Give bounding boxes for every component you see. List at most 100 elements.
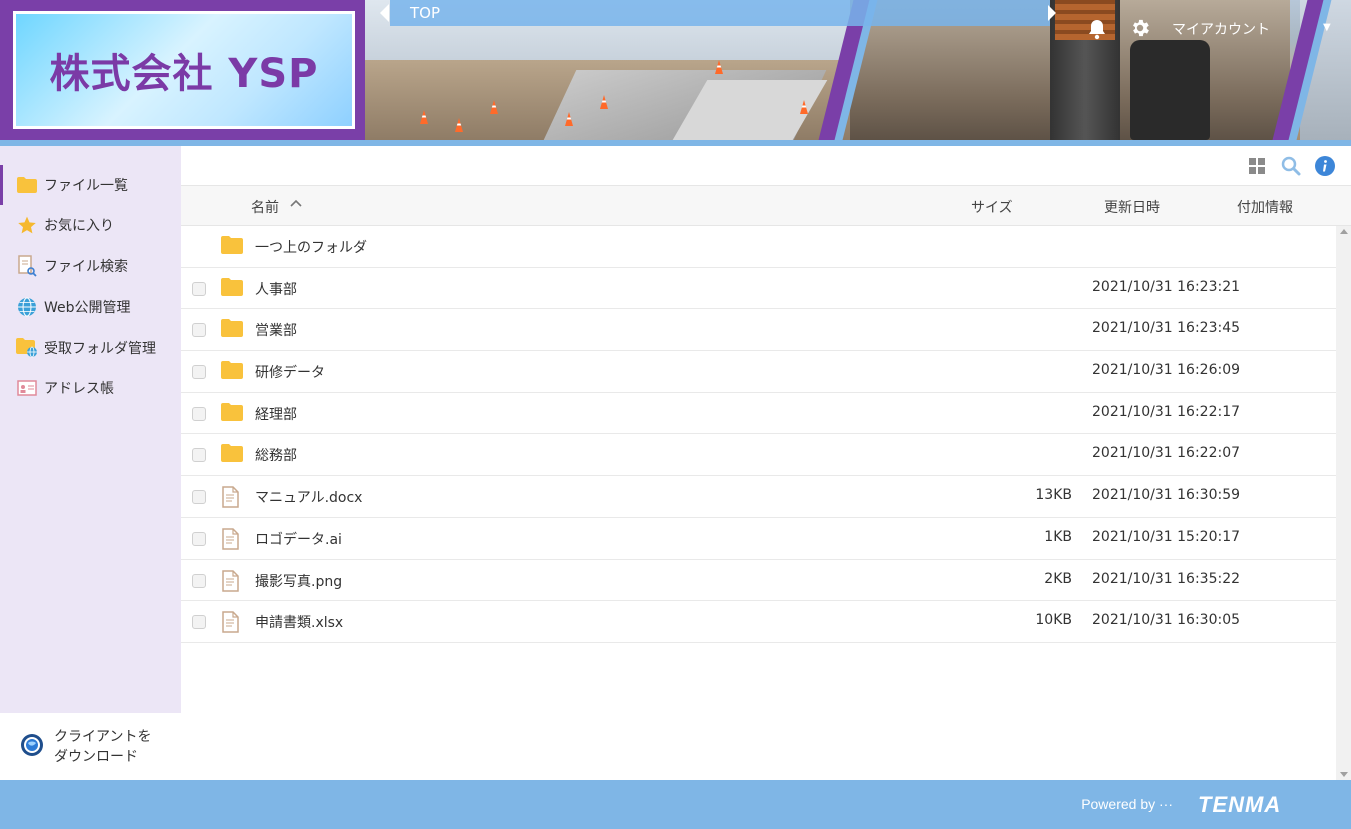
file-list: 一つ上のフォルダ 人事部 2021/10/31 16:23:21 営業部 2021/10… [181,226,1336,643]
sidebar-item-file-list[interactable]: ファイル一覧 [0,165,181,205]
toolbar [181,146,1351,186]
table-row[interactable]: 営業部 2021/10/31 16:23:45 [181,309,1336,352]
row-checkbox[interactable] [192,406,206,421]
row-updated: 2021/10/31 15:20:17 [1092,528,1241,545]
row-name[interactable]: 総務部 [255,445,297,465]
address-book-icon [16,378,38,398]
vertical-scrollbar[interactable] [1336,226,1351,780]
sidebar-item-web-publish[interactable]: Web公開管理 [0,287,181,327]
row-updated: 2021/10/31 16:30:59 [1092,487,1241,504]
footer: Powered by ··· TENMA [0,780,1351,829]
search-icon[interactable] [1281,156,1301,176]
banner-next-icon[interactable] [1048,5,1056,21]
folder-icon [221,444,245,464]
document-icon [221,611,245,633]
row-updated: 2021/10/31 16:35:22 [1092,570,1241,587]
info-icon[interactable] [1315,156,1335,176]
star-icon [16,215,38,235]
receive-folder-icon [16,338,38,358]
table-row[interactable]: 経理部 2021/10/31 16:22:17 [181,393,1336,435]
row-checkbox[interactable] [192,573,206,588]
my-account-menu[interactable]: マイアカウント [1172,19,1270,39]
sidebar-item-file-search[interactable]: ファイル検索 [0,246,181,286]
row-size: 2KB [1044,570,1072,587]
row-name[interactable]: ロゴデータ.ai [255,529,342,549]
folder-icon [16,175,38,195]
banner-prev-icon[interactable] [380,4,389,22]
parent-folder-row[interactable]: 一つ上のフォルダ [181,226,1336,268]
row-updated: 2021/10/31 16:30:05 [1092,612,1241,629]
row-updated: 2021/10/31 16:22:07 [1092,445,1241,462]
sidebar-item-label: ファイル一覧 [44,178,128,194]
document-icon [221,569,245,592]
table-row[interactable]: 研修データ 2021/10/31 16:26:09 [181,351,1336,393]
file-list-panel: 名前 サイズ 更新日時 付加情報 一つ上のフォルダ 人事部 2021/10/31 1… [181,146,1351,780]
row-updated: 2021/10/31 16:23:45 [1092,320,1241,337]
table-row[interactable]: マニュアル.docx 13KB 2021/10/31 16:30:59 [181,476,1336,518]
column-header-extra[interactable]: 付加情報 [1237,197,1293,217]
sort-ascending-icon[interactable] [289,196,303,214]
chevron-down-icon[interactable]: ▼ [1323,22,1331,33]
column-header-name[interactable]: 名前 [251,197,279,217]
row-checkbox[interactable] [192,281,206,296]
row-updated: 2021/10/31 16:22:17 [1092,403,1241,420]
row-checkbox[interactable] [192,490,206,505]
table-row[interactable]: 申請書類.xlsx 10KB 2021/10/31 16:30:05 [181,601,1336,643]
row-checkbox[interactable] [192,365,206,380]
company-logo-text: 株式会社 YSP [49,51,319,97]
tenma-logo: TENMA [1198,792,1282,817]
client-download-button[interactable]: クライアントを ダウンロード [0,713,181,780]
top-breadcrumb[interactable]: TOP [390,0,1050,26]
row-updated: 2021/10/31 16:26:09 [1092,362,1241,379]
bell-icon[interactable] [1086,18,1108,43]
scroll-down-icon[interactable] [1340,772,1348,777]
table-row[interactable]: 人事部 2021/10/31 16:23:21 [181,268,1336,310]
sidebar-item-label: アドレス帳 [44,381,114,397]
row-size: 1KB [1044,528,1072,545]
row-checkbox[interactable] [192,615,206,630]
row-name[interactable]: マニュアル.docx [255,487,362,507]
row-name[interactable]: 撮影写真.png [255,571,342,591]
row-name[interactable]: 人事部 [255,279,297,299]
row-checkbox[interactable] [192,448,206,463]
sidebar-item-label: お気に入り [44,218,114,234]
document-icon [221,528,245,550]
row-name[interactable]: 申請書類.xlsx [255,612,343,632]
folder-icon [221,361,245,381]
client-download-label-1: クライアントを [54,728,152,745]
folder-icon [221,277,245,298]
sidebar: ファイル一覧 お気に入り ファイル検索 Web公開管理 受取フォルダ管理 アドレ… [0,146,181,780]
row-updated: 2021/10/31 16:23:21 [1092,278,1241,295]
table-row[interactable]: ロゴデータ.ai 1KB 2021/10/31 15:20:17 [181,518,1336,560]
row-checkbox[interactable] [192,323,206,338]
scroll-up-icon[interactable] [1340,229,1348,234]
sidebar-item-label: Web公開管理 [44,300,131,316]
folder-icon [221,319,245,339]
row-name[interactable]: 研修データ [255,362,325,382]
header: 株式会社 YSP TOP マイアカウント ▼ [0,0,1351,146]
table-row[interactable]: 総務部 2021/10/31 16:22:07 [181,434,1336,477]
grid-view-icon[interactable] [1247,156,1267,176]
row-size: 13KB [1035,487,1072,504]
client-download-icon [20,733,44,761]
folder-icon [221,236,245,256]
column-header-size[interactable]: サイズ [971,197,1013,217]
document-icon [221,486,245,508]
file-search-icon [16,255,38,277]
table-row[interactable]: 撮影写真.png 2KB 2021/10/31 16:35:22 [181,560,1336,602]
top-breadcrumb-label: TOP [410,4,441,22]
powered-by-text: Powered by ··· [1081,796,1173,812]
column-header-row: 名前 サイズ 更新日時 付加情報 [181,186,1351,226]
row-name[interactable]: 営業部 [255,320,297,340]
globe-icon [16,297,38,317]
row-checkbox[interactable] [192,531,206,546]
sidebar-item-address-book[interactable]: アドレス帳 [0,368,181,408]
column-header-updated[interactable]: 更新日時 [1104,197,1160,217]
sidebar-item-receive-folder[interactable]: 受取フォルダ管理 [0,328,181,368]
company-logo[interactable]: 株式会社 YSP [0,0,365,140]
row-name[interactable]: 経理部 [255,404,297,424]
row-size: 10KB [1035,612,1072,629]
gear-icon[interactable] [1128,17,1152,43]
sidebar-item-favorites[interactable]: お気に入り [0,205,181,245]
row-name[interactable]: 一つ上のフォルダ [255,237,367,257]
